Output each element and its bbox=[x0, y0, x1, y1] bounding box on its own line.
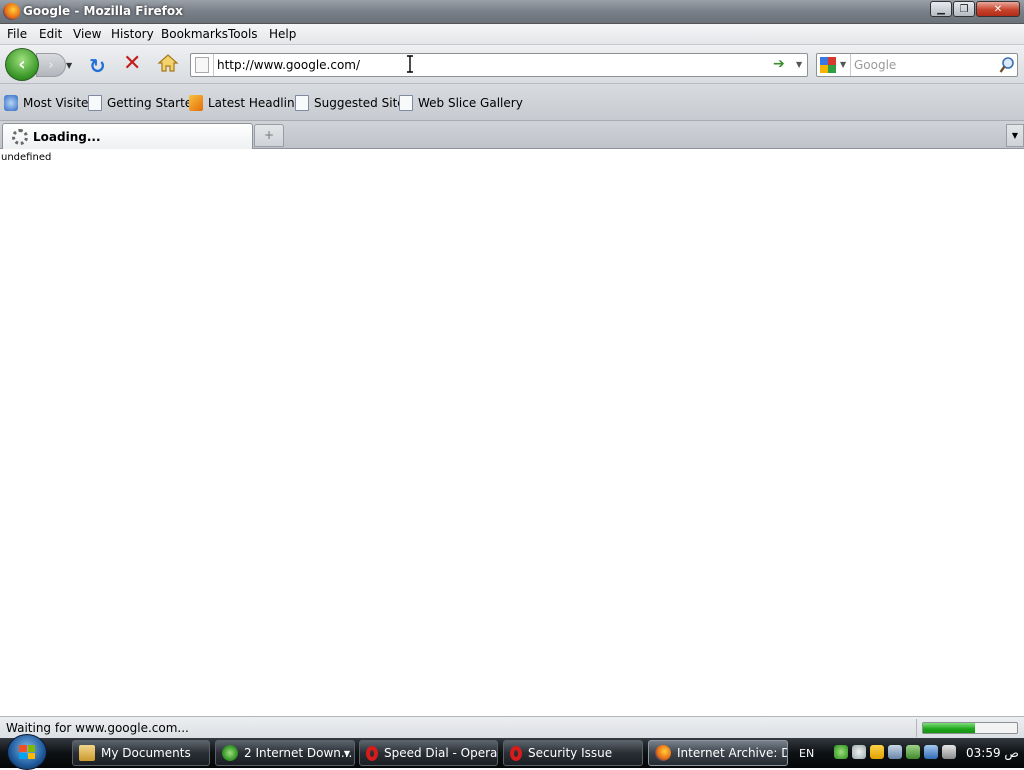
progress-fill bbox=[923, 723, 975, 733]
menu-edit[interactable]: Edit bbox=[39, 27, 62, 41]
messenger-icon[interactable] bbox=[852, 745, 866, 759]
taskbar-item-speed-dial-opera[interactable]: Speed Dial - Opera bbox=[359, 740, 498, 766]
opera-icon bbox=[510, 745, 522, 761]
most-visited-icon bbox=[4, 95, 18, 111]
page-icon bbox=[295, 95, 309, 111]
menu-view[interactable]: View bbox=[73, 27, 101, 41]
close-button[interactable]: ✕ bbox=[976, 1, 1020, 17]
menu-history[interactable]: History bbox=[111, 27, 154, 41]
check-icon[interactable] bbox=[906, 745, 920, 759]
taskbar-item-internet-download[interactable]: 2 Internet Down... ▼ bbox=[215, 740, 355, 766]
page-favicon-icon bbox=[195, 57, 209, 73]
menu-bar: File Edit View History Bookmarks Tools H… bbox=[0, 24, 1024, 45]
firefox-window: Google - Mozilla Firefox ▁ ❐ ✕ File Edit… bbox=[0, 0, 1024, 738]
language-indicator[interactable]: EN bbox=[799, 747, 814, 760]
status-bar: Waiting for www.google.com... bbox=[0, 716, 1024, 738]
volume-icon[interactable] bbox=[942, 745, 956, 759]
device-icon[interactable] bbox=[888, 745, 902, 759]
firefox-icon bbox=[3, 3, 20, 20]
back-button[interactable]: ‹ bbox=[5, 48, 39, 81]
taskbar-label: Internet Archive: D... bbox=[677, 746, 787, 760]
go-arrow-icon[interactable]: ➔ bbox=[773, 56, 785, 72]
url-history-dropdown-icon[interactable]: ▼ bbox=[796, 60, 802, 69]
menu-help[interactable]: Help bbox=[269, 27, 296, 41]
window-title: Google - Mozilla Firefox bbox=[23, 4, 183, 18]
bookmark-web-slice-gallery[interactable]: Web Slice Gallery bbox=[399, 95, 523, 111]
download-tray-icon[interactable] bbox=[834, 745, 848, 759]
menu-file[interactable]: File bbox=[7, 27, 27, 41]
taskbar-item-internet-archive[interactable]: Internet Archive: D... bbox=[648, 740, 788, 766]
rss-icon bbox=[189, 95, 203, 111]
bookmark-label: Suggested Sites bbox=[314, 96, 411, 110]
download-icon bbox=[222, 745, 238, 761]
stop-icon[interactable]: ✕ bbox=[123, 51, 141, 76]
url-bar[interactable]: http://www.google.com/ ➔ ▼ bbox=[190, 53, 808, 77]
taskbar-item-my-documents[interactable]: My Documents bbox=[72, 740, 210, 766]
network-icon[interactable] bbox=[924, 745, 938, 759]
new-tab-button[interactable]: + bbox=[254, 124, 284, 147]
tab-loading[interactable]: Loading... bbox=[2, 123, 253, 149]
page-body-text: undefined bbox=[1, 152, 52, 163]
bookmark-suggested-sites[interactable]: Suggested Sites bbox=[295, 95, 411, 111]
title-bar[interactable]: Google - Mozilla Firefox ▁ ❐ ✕ bbox=[0, 0, 1024, 24]
windows-taskbar: My Documents 2 Internet Down... ▼ Speed … bbox=[0, 734, 1024, 770]
bookmark-label: Getting Started bbox=[107, 96, 200, 110]
tab-label: Loading... bbox=[33, 130, 101, 144]
group-dropdown-icon: ▼ bbox=[343, 749, 350, 758]
start-button[interactable] bbox=[7, 734, 47, 770]
text-cursor-icon bbox=[407, 55, 413, 73]
maximize-button[interactable]: ❐ bbox=[953, 1, 975, 17]
menu-tools[interactable]: Tools bbox=[228, 27, 258, 41]
taskbar-label: My Documents bbox=[101, 746, 191, 760]
bookmarks-toolbar: Most Visited Getting Started Latest Head… bbox=[0, 84, 1024, 121]
minimize-button[interactable]: ▁ bbox=[930, 1, 952, 17]
clock[interactable]: 03:59 ص bbox=[966, 746, 1019, 760]
google-engine-icon[interactable] bbox=[820, 57, 836, 73]
page-content: undefined bbox=[0, 149, 1024, 716]
history-dropdown-icon[interactable]: ▼ bbox=[66, 61, 72, 70]
people-icon[interactable] bbox=[870, 745, 884, 759]
bookmark-label: Most Visited bbox=[23, 96, 97, 110]
list-all-tabs-button[interactable]: ▼ bbox=[1006, 124, 1024, 147]
taskbar-label: 2 Internet Down... bbox=[244, 746, 353, 760]
search-input[interactable]: Google bbox=[854, 58, 896, 72]
forward-button[interactable]: › bbox=[36, 53, 66, 77]
tab-bar: Loading... + ▼ bbox=[0, 121, 1024, 149]
back-arrow-icon: ‹ bbox=[18, 54, 26, 75]
bookmark-latest-headlines[interactable]: Latest Headlines bbox=[189, 95, 308, 111]
menu-bookmarks[interactable]: Bookmarks bbox=[161, 27, 228, 41]
windows-logo-icon bbox=[19, 745, 35, 759]
reload-icon[interactable]: ↻ bbox=[89, 54, 106, 78]
engine-dropdown-icon[interactable]: ▼ bbox=[840, 60, 846, 69]
folder-icon bbox=[79, 745, 95, 761]
navigation-toolbar: › ‹ ▼ ↻ ✕ http://www.google.com/ ➔ ▼ ▼ G… bbox=[0, 45, 1024, 84]
home-icon[interactable] bbox=[157, 52, 179, 74]
status-text: Waiting for www.google.com... bbox=[6, 721, 189, 735]
bookmark-getting-started[interactable]: Getting Started bbox=[88, 95, 200, 111]
firefox-icon bbox=[655, 745, 671, 761]
url-input[interactable]: http://www.google.com/ bbox=[217, 58, 360, 72]
bookmark-most-visited[interactable]: Most Visited bbox=[4, 95, 96, 111]
loading-progress-bar bbox=[922, 722, 1018, 734]
page-icon bbox=[88, 95, 102, 111]
forward-arrow-icon: › bbox=[48, 57, 54, 73]
taskbar-label: Speed Dial - Opera bbox=[384, 746, 498, 760]
taskbar-item-security-issue[interactable]: Security Issue bbox=[503, 740, 643, 766]
system-tray bbox=[834, 745, 956, 761]
bookmark-label: Web Slice Gallery bbox=[418, 96, 523, 110]
taskbar-label: Security Issue bbox=[528, 746, 613, 760]
opera-icon bbox=[366, 745, 378, 761]
bookmark-label: Latest Headlines bbox=[208, 96, 309, 110]
loading-spinner-icon bbox=[12, 129, 28, 145]
page-icon bbox=[399, 95, 413, 111]
magnifier-icon[interactable] bbox=[999, 56, 1015, 74]
search-box[interactable]: ▼ Google bbox=[816, 53, 1018, 77]
